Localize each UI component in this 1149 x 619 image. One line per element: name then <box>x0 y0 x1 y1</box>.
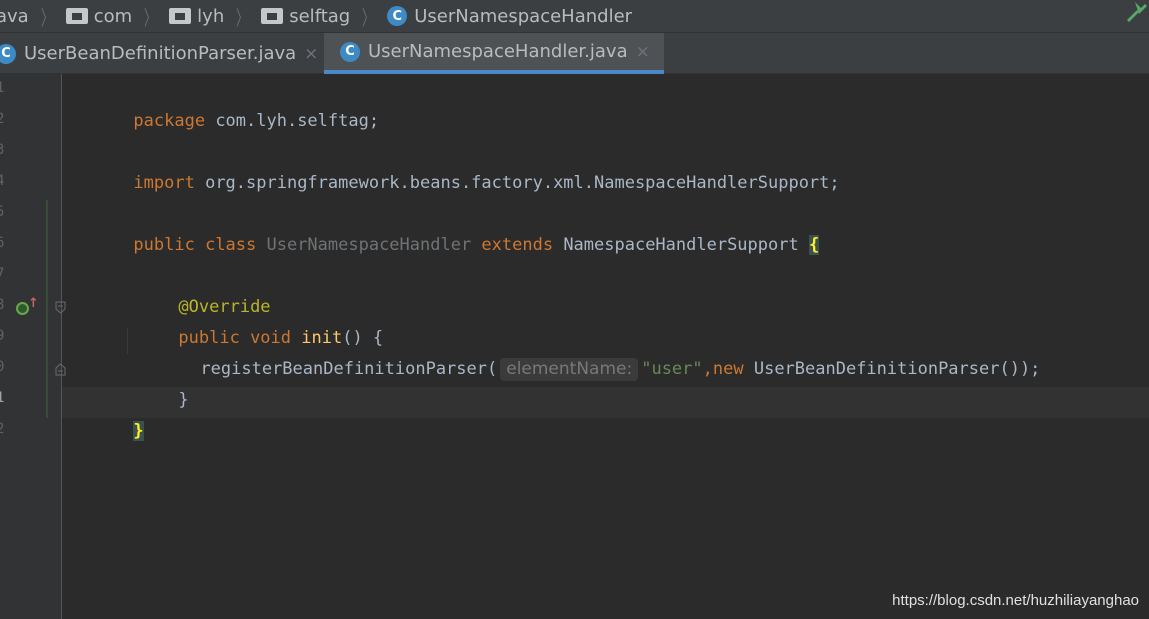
breadcrumb-separator: 〉 <box>362 5 375 30</box>
constructor-call: UserBeanDefinitionParser()); <box>753 359 1041 379</box>
keyword-package: package <box>133 111 206 131</box>
watermark: https://blog.csdn.net/huzhiliayanghao <box>892 592 1139 609</box>
string-literal: "user" <box>641 359 703 379</box>
class-icon: C <box>340 41 360 62</box>
line-number: 0 <box>0 359 5 375</box>
breadcrumb: ava 〉 com 〉 lyh 〉 selftag 〉 C UserNamesp… <box>0 0 1149 32</box>
code-line-3[interactable]: import org.springframework.beans.factory… <box>72 137 839 193</box>
close-icon[interactable]: × <box>304 44 318 64</box>
class-icon: C <box>0 43 16 64</box>
breadcrumb-item-module[interactable]: ava <box>0 6 29 27</box>
breadcrumb-label: lyh <box>197 5 225 27</box>
line-number: 1 <box>0 80 5 96</box>
folder-icon <box>65 8 88 24</box>
editor-tab-bar: C UserBeanDefinitionParser.java × C User… <box>0 32 1149 74</box>
code-editor[interactable]: 1 2 3 4 5 6 7 8 9 0 1 2 ↑ package com.ly… <box>0 74 1149 619</box>
superclass-name: NamespaceHandlerSupport <box>563 235 809 255</box>
package-name: com.lyh.selftag; <box>205 111 380 131</box>
line-number: 5 <box>0 204 5 220</box>
breadcrumb-separator: 〉 <box>144 5 157 30</box>
line-number: 8 <box>0 297 5 313</box>
line-number: 7 <box>0 266 5 282</box>
breadcrumb-label: com <box>93 5 133 27</box>
tab-label: UserNamespaceHandler.java <box>368 41 628 62</box>
fold-collapse-icon[interactable] <box>55 301 66 314</box>
comma: , <box>702 359 713 379</box>
folder-icon <box>169 8 192 24</box>
code-line-8[interactable]: public void init() { <box>117 292 383 348</box>
keyword-extends: extends <box>471 235 564 255</box>
breadcrumb-item-com[interactable]: com <box>65 5 133 27</box>
breadcrumb-item-lyh[interactable]: lyh <box>169 6 224 27</box>
code-line-7[interactable]: @Override <box>117 261 270 317</box>
keyword-new: new <box>712 359 754 379</box>
line-number: 2 <box>0 111 5 127</box>
method-call: registerBeanDefinitionParser( <box>200 359 498 379</box>
fold-end-icon[interactable] <box>55 363 66 376</box>
closing-brace: } <box>178 390 189 410</box>
breadcrumb-label: UserNamespaceHandler <box>414 5 633 27</box>
keyword-import: import <box>133 173 195 193</box>
code-line-9[interactable]: registerBeanDefinitionParser(elementName… <box>139 323 1040 381</box>
class-icon: C <box>387 6 408 26</box>
breadcrumb-separator: 〉 <box>236 5 249 30</box>
code-line-11[interactable]: } <box>72 385 144 441</box>
editor-gutter[interactable]: 1 2 3 4 5 6 7 8 9 0 1 2 ↑ <box>0 74 66 619</box>
vcs-change-marker[interactable] <box>46 200 48 418</box>
build-hammer-icon[interactable] <box>1125 0 1149 22</box>
code-line-5[interactable]: public class UserNamespaceHandler extend… <box>72 199 820 255</box>
line-number: 9 <box>0 328 5 344</box>
arrow-up-icon[interactable]: ↑ <box>28 296 39 311</box>
tab-usernamespacehandler[interactable]: C UserNamespaceHandler.java × <box>324 33 664 74</box>
tab-label: UserBeanDefinitionParser.java <box>24 43 297 64</box>
code-line-10[interactable]: } <box>117 354 188 410</box>
breadcrumb-separator: 〉 <box>40 5 53 30</box>
line-number: 4 <box>0 173 5 189</box>
line-number: 1 <box>0 390 5 406</box>
import-path: org.springframework.beans.factory.xml.Na… <box>194 173 840 193</box>
matched-brace: } <box>133 421 144 441</box>
breadcrumb-label: selftag <box>289 5 351 27</box>
close-icon[interactable]: × <box>636 42 650 62</box>
breadcrumb-label: ava <box>0 5 29 27</box>
class-name: UserNamespaceHandler <box>266 235 472 255</box>
current-line-highlight <box>62 387 1149 418</box>
line-number: 6 <box>0 235 5 251</box>
line-number: 2 <box>0 421 5 437</box>
matched-brace: { <box>808 235 820 255</box>
parameter-hint: elementName: <box>500 358 639 381</box>
breadcrumb-item-class[interactable]: C UserNamespaceHandler <box>387 6 632 27</box>
ide-window: ava 〉 com 〉 lyh 〉 selftag 〉 C UserNamesp… <box>0 0 1149 619</box>
breadcrumb-item-selftag[interactable]: selftag <box>261 6 350 27</box>
folder-icon <box>261 8 284 24</box>
line-number: 3 <box>0 142 5 158</box>
code-line-1[interactable]: package com.lyh.selftag; <box>72 75 379 131</box>
tab-userbeandefinitionparser[interactable]: C UserBeanDefinitionParser.java × <box>0 33 322 74</box>
keyword-public-class: public class <box>133 235 267 255</box>
